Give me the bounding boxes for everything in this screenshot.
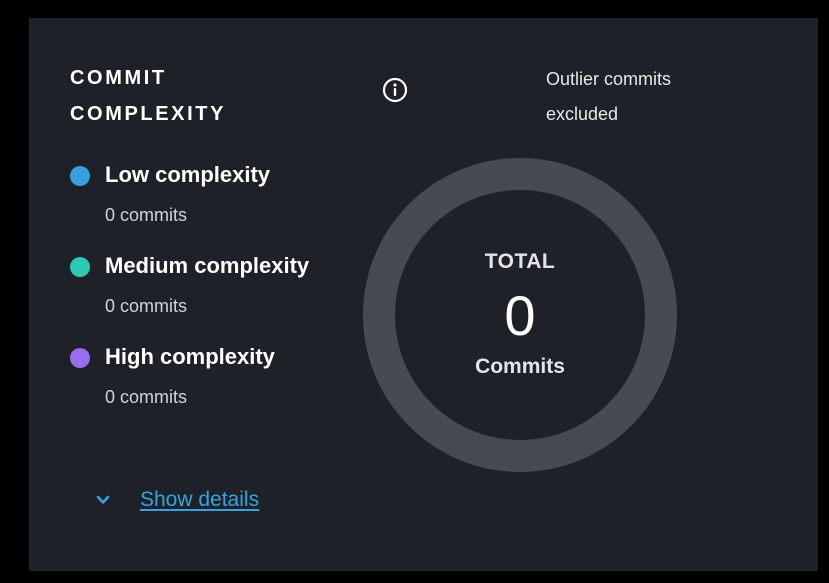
legend-label-low: Low complexity: [105, 162, 271, 187]
info-circle-icon[interactable]: [382, 77, 408, 103]
card-title-line2: COMPLEXITY: [70, 103, 227, 125]
legend-count-low: 0 commits: [105, 205, 188, 225]
screen: COMMIT COMPLEXITY Outlier commits exclud…: [0, 0, 829, 583]
legend-dot-low: [70, 166, 90, 186]
commit-complexity-card: COMMIT COMPLEXITY Outlier commits exclud…: [29, 18, 818, 571]
legend-dot-high: [70, 348, 90, 368]
legend-count-high: 0 commits: [105, 387, 188, 407]
legend-dot-medium: [70, 257, 90, 277]
donut-unit-label: Commits: [475, 355, 565, 378]
legend-item-low: Low complexity 0 commits: [70, 158, 370, 249]
donut-total-label: TOTAL: [484, 250, 556, 273]
outlier-note: Outlier commits excluded: [546, 62, 726, 132]
legend-label-medium: Medium complexity: [105, 253, 310, 278]
complexity-legend: Low complexity 0 commits Medium complexi…: [70, 158, 370, 431]
show-details-link[interactable]: Show details: [140, 486, 259, 514]
legend-item-medium: Medium complexity 0 commits: [70, 249, 370, 340]
donut-total-value: 0: [504, 284, 536, 347]
outlier-note-line1: Outlier commits: [546, 69, 672, 89]
legend-count-medium: 0 commits: [105, 296, 188, 316]
legend-item-high: High complexity 0 commits: [70, 340, 370, 431]
chevron-down-icon[interactable]: [95, 492, 111, 508]
card-title-line1: COMMIT: [70, 67, 167, 89]
legend-label-high: High complexity: [105, 344, 275, 369]
outlier-note-line2: excluded: [546, 104, 619, 124]
show-details-toggle[interactable]: Show details: [95, 484, 259, 516]
card-title: COMMIT COMPLEXITY: [70, 60, 330, 132]
